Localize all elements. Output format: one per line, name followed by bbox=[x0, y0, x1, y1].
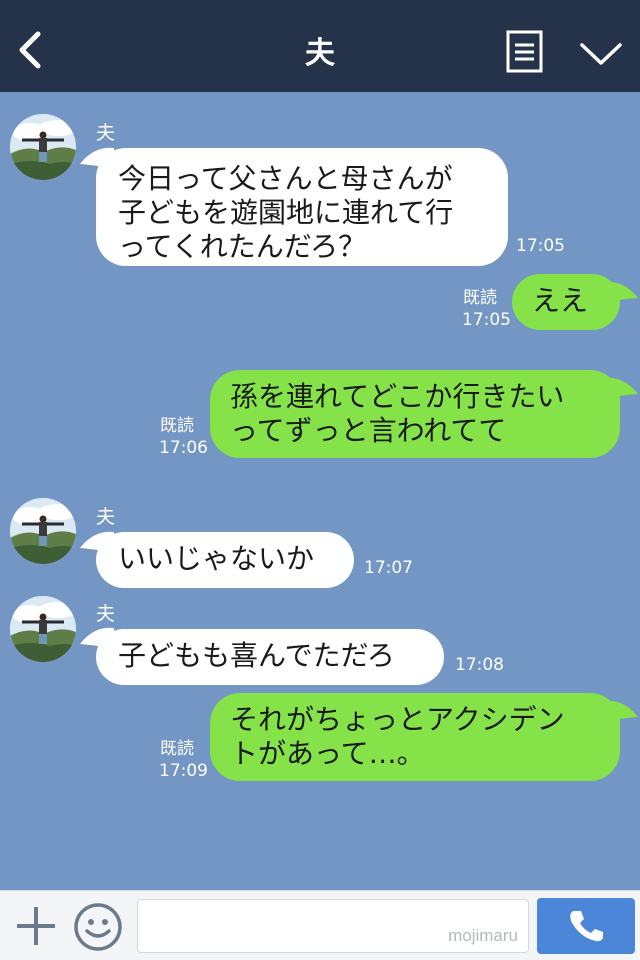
message-line: 孫を連れてどこか行きたい bbox=[230, 380, 565, 413]
message-line: トがあって…。 bbox=[230, 737, 425, 770]
message-bubble[interactable]: 子どもも喜んでただろ bbox=[96, 629, 444, 685]
person-landscape-icon bbox=[10, 596, 76, 662]
read-receipt: 既読 bbox=[463, 288, 497, 308]
avatar[interactable] bbox=[10, 498, 76, 564]
chat-area[interactable]: 夫 今日って父さんと母さんが 子どもを遊園地に連れて行 ってくれたんだろ？ 17… bbox=[0, 92, 640, 890]
avatar[interactable] bbox=[10, 114, 76, 180]
message-line: いいじゃないか bbox=[118, 542, 315, 575]
message-bubble[interactable]: 孫を連れてどこか行きたい ってずっと言われてて bbox=[210, 370, 620, 458]
chat-header: 夫 bbox=[0, 0, 640, 92]
timestamp: 17:05 bbox=[516, 236, 565, 256]
bubble-tail bbox=[604, 377, 638, 400]
chevron-down-icon bbox=[580, 43, 622, 65]
message-bubble[interactable]: いいじゃないか bbox=[96, 532, 354, 588]
smiley-icon bbox=[74, 903, 122, 951]
message-bubble[interactable]: それがちょっとアクシデン トがあって…。 bbox=[210, 693, 620, 781]
timestamp: 17:05 bbox=[462, 310, 511, 330]
sender-name: 夫 bbox=[96, 603, 116, 625]
timestamp: 17:09 bbox=[159, 761, 208, 781]
message-line: ええ bbox=[532, 284, 589, 317]
chat-title: 夫 bbox=[305, 36, 335, 71]
timestamp: 17:06 bbox=[159, 438, 208, 458]
timestamp: 17:07 bbox=[364, 558, 413, 578]
chevron-left-icon bbox=[19, 31, 41, 69]
avatar[interactable] bbox=[10, 596, 76, 662]
message-line: ってずっと言われてて bbox=[230, 414, 507, 447]
bubble-tail bbox=[604, 281, 638, 304]
watermark: mojimaru bbox=[448, 926, 518, 945]
phone-icon bbox=[570, 911, 603, 942]
timestamp: 17:08 bbox=[455, 655, 504, 675]
message-line: ってくれたんだろ？ bbox=[118, 230, 367, 263]
sender-name: 夫 bbox=[96, 122, 116, 144]
collapse-button[interactable] bbox=[578, 36, 624, 70]
call-button[interactable] bbox=[537, 898, 635, 954]
message-line: それがちょっとアクシデン bbox=[230, 703, 565, 736]
add-button[interactable] bbox=[14, 903, 58, 949]
person-landscape-icon bbox=[10, 498, 76, 564]
document-list-icon bbox=[506, 30, 543, 73]
bubble-tail bbox=[604, 700, 638, 723]
emoji-button[interactable] bbox=[72, 901, 124, 953]
message-bubble[interactable]: 今日って父さんと母さんが 子どもを遊園地に連れて行 ってくれたんだろ？ bbox=[96, 148, 508, 266]
message-line: 子どもを遊園地に連れて行 bbox=[118, 196, 454, 229]
message-line: 今日って父さんと母さんが bbox=[118, 162, 453, 195]
message-input-bar: mojimaru bbox=[0, 890, 640, 960]
back-button[interactable] bbox=[12, 28, 48, 72]
person-landscape-icon bbox=[10, 114, 76, 180]
message-input[interactable]: mojimaru bbox=[137, 899, 529, 953]
plus-icon bbox=[17, 907, 55, 945]
menu-button[interactable] bbox=[506, 30, 544, 74]
sender-name: 夫 bbox=[96, 506, 116, 528]
read-receipt: 既読 bbox=[160, 416, 194, 436]
message-line: 子どもも喜んでただろ bbox=[118, 639, 395, 672]
read-receipt: 既読 bbox=[160, 739, 194, 759]
